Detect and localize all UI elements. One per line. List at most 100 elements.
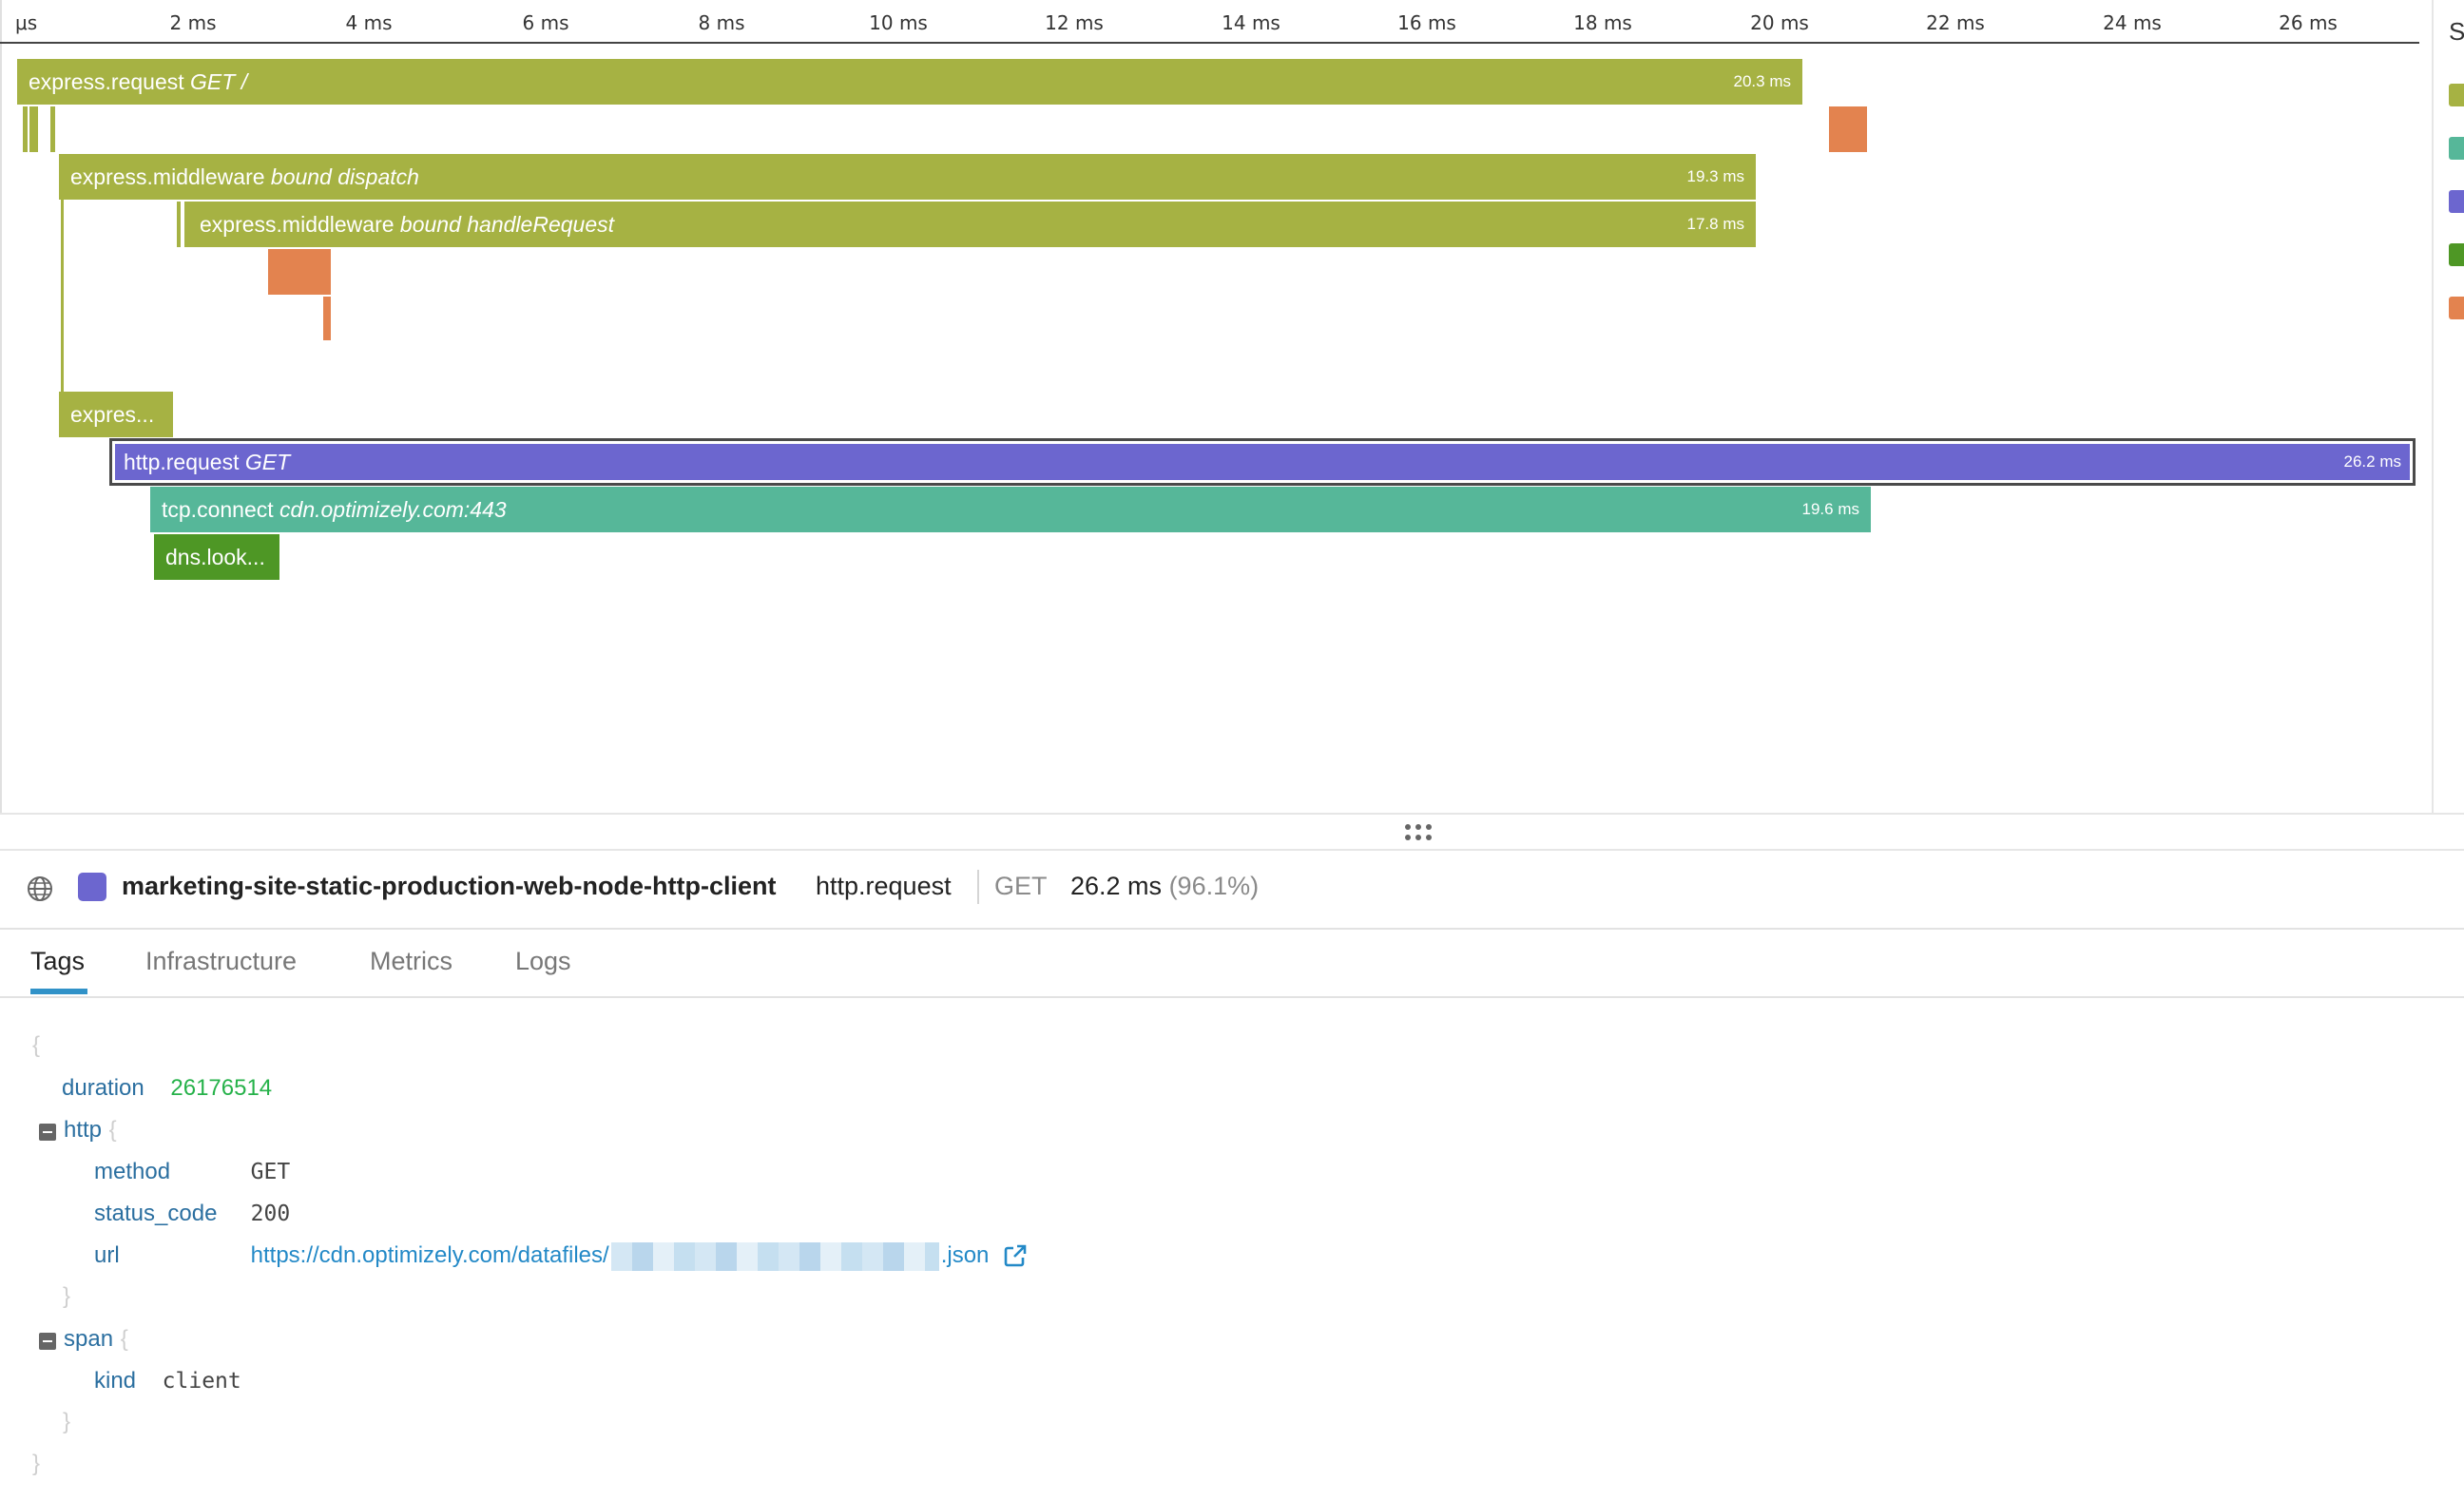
span-http-request[interactable]: http.request GET 26.2 ms — [109, 438, 2416, 486]
span-name: dns.look... — [165, 545, 265, 569]
span-resource: GET — [244, 450, 291, 474]
span-other[interactable] — [323, 297, 331, 340]
span-other[interactable] — [1829, 106, 1867, 152]
tag-group-span[interactable]: span { — [64, 1325, 128, 1353]
span-other[interactable] — [268, 249, 331, 295]
resource-method: GET — [994, 872, 1048, 900]
legend-title: S — [2449, 17, 2464, 46]
span-duration: 17.8 ms — [1686, 215, 1744, 233]
span-name: http.request — [124, 450, 240, 474]
span-duration: 20.3 ms — [1733, 72, 1791, 90]
span-tcp-connect[interactable]: tcp.connect cdn.optimizely.com:443 19.6 … — [150, 487, 1871, 532]
axis-tick: 8 ms — [698, 11, 745, 34]
span-resource: GET / — [190, 69, 248, 94]
drag-handle-icon[interactable] — [1405, 824, 1434, 843]
tag-value: client — [162, 1369, 241, 1394]
span-bound-handle-request[interactable]: express.middleware bound handleRequest 1… — [184, 202, 1756, 247]
span-sliver[interactable] — [23, 106, 28, 152]
tags-json-tree: { duration 26176514 http { method GET st… — [0, 998, 2464, 1500]
axis-tick: 20 ms — [1750, 11, 1809, 34]
span-detail-header: marketing-site-static-production-web-nod… — [0, 851, 2464, 930]
url-link[interactable]: https://cdn.optimizely.com/datafiles/ .js… — [250, 1241, 990, 1271]
service-name[interactable]: marketing-site-static-production-web-nod… — [122, 872, 777, 901]
axis-tick: 4 ms — [345, 11, 393, 34]
span-express-truncated[interactable]: expres... — [59, 392, 173, 437]
span-name: express.middleware — [200, 212, 395, 237]
flame-left-border — [0, 0, 2, 813]
tag-value: GET — [250, 1160, 291, 1184]
legend-swatch-http[interactable] — [2449, 190, 2464, 213]
tag-row-status-code: status_code 200 — [94, 1200, 290, 1227]
tag-value: 26176514 — [170, 1075, 273, 1101]
span-name: tcp.connect — [162, 497, 274, 522]
span-bound-dispatch[interactable]: express.middleware bound dispatch 19.3 m… — [59, 154, 1756, 200]
span-sliver[interactable] — [177, 202, 181, 247]
json-brace: { — [108, 1117, 117, 1143]
globe-icon — [28, 876, 52, 901]
service-color-swatch — [78, 873, 106, 901]
tag-row-kind: kind client — [94, 1367, 241, 1394]
flame-graph: μs 2 ms 4 ms 6 ms 8 ms 10 ms 12 ms 14 ms… — [0, 0, 2464, 813]
collapse-icon[interactable] — [39, 1333, 56, 1350]
span-resource: cdn.optimizely.com:443 — [279, 497, 507, 522]
json-brace: { — [120, 1326, 128, 1352]
tag-group-http[interactable]: http { — [64, 1116, 117, 1144]
legend-divider — [2432, 0, 2434, 813]
tag-row-method: method GET — [94, 1158, 290, 1185]
tag-key: duration — [62, 1075, 144, 1101]
tag-row-duration: duration 26176514 — [62, 1074, 272, 1102]
span-duration: 19.3 ms — [1686, 167, 1744, 185]
external-link-icon[interactable] — [1002, 1242, 1029, 1269]
span-duration: 19.6 ms — [1801, 500, 1859, 518]
axis-tick: μs — [15, 11, 38, 34]
tag-key: kind — [94, 1368, 137, 1394]
span-sliver[interactable] — [29, 106, 38, 152]
url-prefix: https://cdn.optimizely.com/datafiles/ — [250, 1242, 609, 1268]
tag-row-url: url https://cdn.optimizely.com/datafiles… — [94, 1241, 1029, 1271]
tab-infrastructure[interactable]: Infrastructure — [145, 947, 297, 976]
span-name: express.middleware — [70, 164, 265, 189]
time-axis: μs 2 ms 4 ms 6 ms 8 ms 10 ms 12 ms 14 ms… — [0, 0, 2419, 44]
tag-value: 200 — [250, 1202, 291, 1226]
url-suffix: .json — [940, 1242, 990, 1268]
tab-metrics[interactable]: Metrics — [370, 947, 452, 976]
span-sliver[interactable] — [50, 106, 55, 152]
active-tab-indicator — [30, 989, 87, 994]
axis-tick: 16 ms — [1397, 11, 1456, 34]
pane-splitter[interactable] — [0, 813, 2464, 851]
span-name: expres... — [70, 402, 155, 427]
axis-tick: 10 ms — [869, 11, 928, 34]
header-divider — [977, 870, 979, 904]
json-close-brace: } — [63, 1409, 71, 1434]
axis-tick: 22 ms — [1926, 11, 1985, 34]
detail-tabs: Tags Infrastructure Metrics Logs — [0, 930, 2464, 998]
redacted-block — [610, 1241, 939, 1271]
span-resource: bound handleRequest — [399, 212, 615, 237]
legend-swatch-express[interactable] — [2449, 84, 2464, 106]
span-dns-truncated[interactable]: dns.look... — [154, 534, 279, 580]
legend-swatch-dns[interactable] — [2449, 243, 2464, 266]
span-express-request[interactable]: express.request GET / 20.3 ms — [17, 59, 1802, 105]
collapse-icon[interactable] — [39, 1124, 56, 1141]
tag-key: url — [94, 1242, 120, 1268]
span-name: express.request — [29, 69, 184, 94]
axis-tick: 26 ms — [2279, 11, 2338, 34]
axis-tick: 18 ms — [1573, 11, 1632, 34]
tag-key: status_code — [94, 1201, 218, 1226]
json-open-brace: { — [32, 1032, 41, 1058]
legend-swatch-other[interactable] — [2449, 297, 2464, 319]
axis-tick: 14 ms — [1222, 11, 1280, 34]
operation-name: http.request — [816, 872, 952, 900]
tag-key: method — [94, 1159, 171, 1184]
tag-key: http — [64, 1117, 103, 1143]
span-resource: bound dispatch — [270, 164, 419, 189]
tag-key: span — [64, 1326, 114, 1352]
tab-logs[interactable]: Logs — [515, 947, 571, 976]
axis-tick: 2 ms — [169, 11, 217, 34]
duration-value: 26.2 ms — [1070, 872, 1163, 900]
span-duration: 26.2 ms — [2343, 452, 2401, 471]
legend-swatch-tcp[interactable] — [2449, 137, 2464, 160]
tab-tags[interactable]: Tags — [30, 947, 85, 976]
span-duration-summary: 26.2 ms (96.1%) — [1070, 872, 1259, 901]
span-connector — [61, 200, 64, 392]
